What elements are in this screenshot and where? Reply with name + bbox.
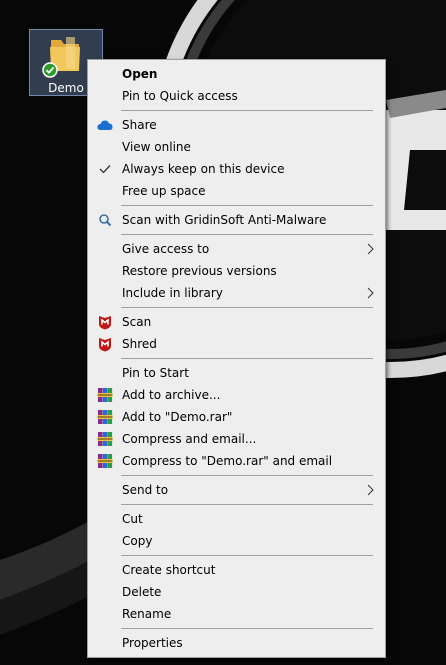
menu-item-label: Scan with GridinSoft Anti-Malware bbox=[122, 213, 327, 227]
menu-item-always-keep[interactable]: Always keep on this device bbox=[88, 158, 385, 180]
menu-item-label: Share bbox=[122, 118, 157, 132]
menu-item-label: Open bbox=[122, 67, 158, 81]
winrar-books-icon bbox=[97, 453, 113, 469]
winrar-books-icon bbox=[97, 431, 113, 447]
winrar-books-icon bbox=[97, 387, 113, 403]
menu-item-include-library[interactable]: Include in library bbox=[88, 282, 385, 304]
menu-item-copy[interactable]: Copy bbox=[88, 530, 385, 552]
menu-separator bbox=[121, 555, 373, 556]
chevron-right-icon bbox=[367, 243, 374, 255]
menu-item-properties[interactable]: Properties bbox=[88, 632, 385, 654]
menu-item-label: Pin to Start bbox=[122, 366, 189, 380]
menu-item-create-shortcut[interactable]: Create shortcut bbox=[88, 559, 385, 581]
chevron-right-icon bbox=[367, 484, 374, 496]
menu-separator bbox=[121, 504, 373, 505]
menu-item-label: Send to bbox=[122, 483, 169, 497]
menu-item-label: Create shortcut bbox=[122, 563, 216, 577]
menu-item-label: Always keep on this device bbox=[122, 162, 285, 176]
sync-status-check-icon bbox=[42, 62, 58, 78]
menu-item-label: Cut bbox=[122, 512, 143, 526]
menu-item-send-to[interactable]: Send to bbox=[88, 479, 385, 501]
menu-item-rename[interactable]: Rename bbox=[88, 603, 385, 625]
menu-separator bbox=[121, 110, 373, 111]
mcafee-shield-icon bbox=[97, 314, 113, 330]
menu-item-label: Add to archive... bbox=[122, 388, 221, 402]
menu-item-scan-gridinsoft[interactable]: Scan with GridinSoft Anti-Malware bbox=[88, 209, 385, 231]
winrar-books-icon bbox=[97, 409, 113, 425]
menu-separator bbox=[121, 307, 373, 308]
menu-item-scan[interactable]: Scan bbox=[88, 311, 385, 333]
menu-separator bbox=[121, 475, 373, 476]
gridinsoft-magnifier-icon bbox=[97, 212, 113, 228]
menu-item-view-online[interactable]: View online bbox=[88, 136, 385, 158]
menu-item-share[interactable]: Share bbox=[88, 114, 385, 136]
menu-item-label: Compress and email... bbox=[122, 432, 257, 446]
menu-separator bbox=[121, 234, 373, 235]
checkmark-icon bbox=[97, 161, 113, 177]
menu-item-pin-start[interactable]: Pin to Start bbox=[88, 362, 385, 384]
menu-item-compress-email[interactable]: Compress and email... bbox=[88, 428, 385, 450]
menu-item-cut[interactable]: Cut bbox=[88, 508, 385, 530]
menu-item-label: Restore previous versions bbox=[122, 264, 277, 278]
menu-item-label: Compress to "Demo.rar" and email bbox=[122, 454, 333, 468]
menu-item-label: Give access to bbox=[122, 242, 210, 256]
menu-item-label: Free up space bbox=[122, 184, 206, 198]
mcafee-shield-icon bbox=[97, 336, 113, 352]
onedrive-cloud-icon bbox=[97, 117, 113, 133]
menu-item-delete[interactable]: Delete bbox=[88, 581, 385, 603]
menu-item-free-up-space[interactable]: Free up space bbox=[88, 180, 385, 202]
menu-item-label: Properties bbox=[122, 636, 183, 650]
menu-item-label: Add to "Demo.rar" bbox=[122, 410, 233, 424]
menu-separator bbox=[121, 358, 373, 359]
menu-separator bbox=[121, 205, 373, 206]
menu-item-label: Copy bbox=[122, 534, 153, 548]
menu-item-add-archive[interactable]: Add to archive... bbox=[88, 384, 385, 406]
menu-item-pin-quick-access[interactable]: Pin to Quick access bbox=[88, 85, 385, 107]
menu-item-label: Include in library bbox=[122, 286, 223, 300]
menu-item-give-access[interactable]: Give access to bbox=[88, 238, 385, 260]
menu-item-label: Delete bbox=[122, 585, 162, 599]
menu-separator bbox=[121, 628, 373, 629]
menu-item-open[interactable]: Open bbox=[88, 63, 385, 85]
menu-item-compress-rar-email[interactable]: Compress to "Demo.rar" and email bbox=[88, 450, 385, 472]
context-menu: Open Pin to Quick access Share View onli… bbox=[87, 59, 386, 658]
menu-item-label: Shred bbox=[122, 337, 157, 351]
menu-item-add-to-rar[interactable]: Add to "Demo.rar" bbox=[88, 406, 385, 428]
chevron-right-icon bbox=[367, 287, 374, 299]
menu-item-label: Scan bbox=[122, 315, 152, 329]
menu-item-label: View online bbox=[122, 140, 191, 154]
menu-item-restore-versions[interactable]: Restore previous versions bbox=[88, 260, 385, 282]
menu-item-label: Rename bbox=[122, 607, 172, 621]
menu-item-shred[interactable]: Shred bbox=[88, 333, 385, 355]
menu-item-label: Pin to Quick access bbox=[122, 89, 238, 103]
